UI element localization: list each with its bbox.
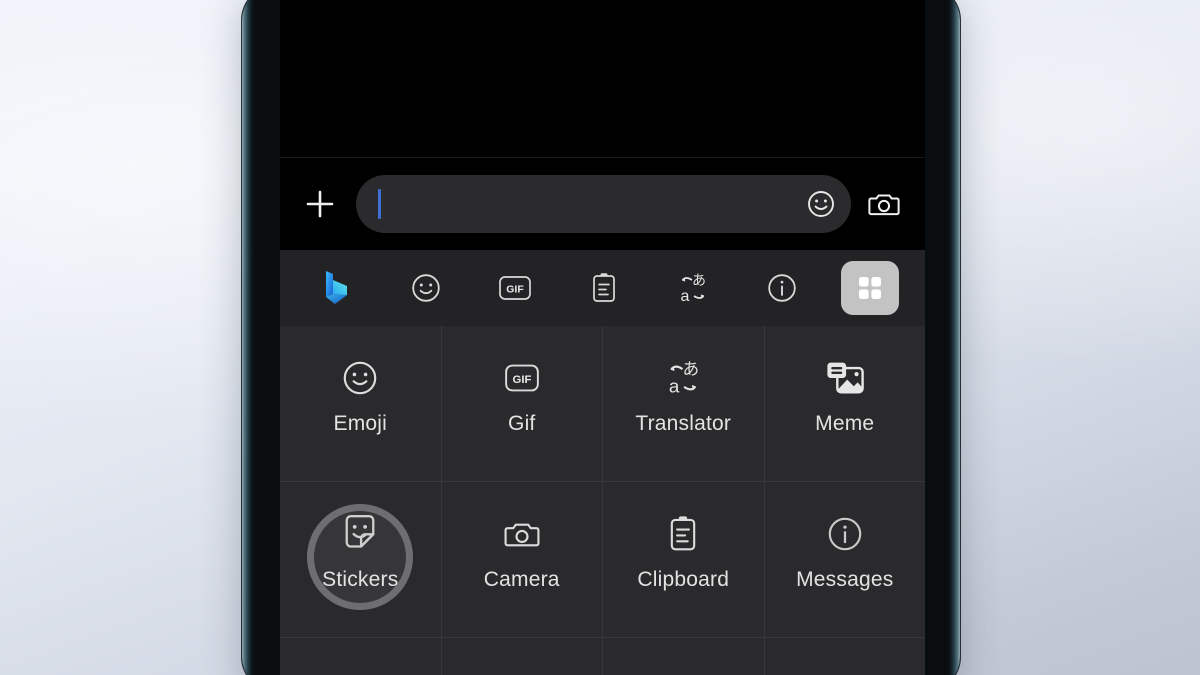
app-cell-gif[interactable]: GIF Gif [442,326,603,481]
gif-icon: GIF [499,276,531,300]
svg-text:GIF: GIF [512,374,531,386]
toolbar-item-gif[interactable]: GIF [470,250,559,326]
toolbar-selected-highlight [841,261,900,315]
smiley-face-icon [808,191,834,217]
app-cell-meme[interactable]: Meme [765,326,926,481]
plus-icon [306,190,334,218]
camera-icon [501,514,543,554]
app-cell-empty[interactable] [603,638,765,675]
toolbar-item-translator[interactable]: あ a [649,250,738,326]
clipboard-icon [593,273,615,302]
toolbar-item-clipboard[interactable] [560,250,649,326]
bing-logo-icon [325,271,347,304]
camera-icon [868,194,900,216]
sticker-face-icon [338,514,382,554]
toolbar-item-bing[interactable] [292,250,381,326]
phone-device-frame: GIF あ a Emoji GIF Gif あ a Translator Mem… [242,0,960,675]
app-cell-label: Stickers [322,568,399,591]
message-input-field[interactable] [356,175,851,233]
conversation-area[interactable] [280,0,925,158]
app-cell-translator[interactable]: あ a Translator [603,326,765,481]
app-grid-row: Stickers Camera Clipboard Messages [280,482,925,638]
app-cell-label: Messages [796,568,894,591]
app-cell-emoji[interactable]: Emoji [280,326,442,481]
keyboard-toolbar: GIF あ a [280,250,925,326]
smiley-face-icon [412,274,440,302]
app-cell-label: Camera [483,568,560,591]
app-cell-label: Translator [635,412,732,435]
app-cell-empty[interactable] [280,638,442,675]
app-cell-stickers[interactable]: Stickers [280,482,442,637]
app-cell-empty[interactable] [765,638,926,675]
translator-icon: あ a [660,358,706,398]
app-cell-messages[interactable]: Messages [765,482,926,637]
toolbar-item-emoji[interactable] [381,250,470,326]
app-shortcut-grid: Emoji GIF Gif あ a Translator Meme Sticke… [280,326,925,675]
toolbar-item-messages[interactable] [738,250,827,326]
app-cell-clipboard[interactable]: Clipboard [603,482,765,637]
compose-bar [280,158,925,250]
app-cell-label: Gif [508,412,536,435]
smiley-face-icon [341,358,379,398]
toolbar-item-apps[interactable] [827,250,913,326]
app-grid-row: Emoji GIF Gif あ a Translator Meme [280,326,925,482]
svg-text:GIF: GIF [506,284,524,296]
grid-apps-icon [859,277,882,299]
scene-background: GIF あ a Emoji GIF Gif あ a Translator Mem… [0,0,1200,675]
app-cell-label: Emoji [333,412,387,435]
gif-icon: GIF [501,358,543,398]
app-cell-label: Meme [815,412,875,435]
meme-icon [823,358,867,398]
svg-text:a: a [681,288,690,305]
svg-text:あ: あ [683,360,700,379]
translator-icon: あ a [681,273,706,305]
app-cell-label: Clipboard [637,568,730,591]
info-circle-icon [768,274,797,302]
text-caret [378,189,381,219]
emoji-button[interactable] [801,189,841,219]
svg-text:a: a [669,376,680,397]
info-circle-icon [826,514,864,554]
clipboard-icon [665,514,701,554]
app-cell-empty[interactable] [442,638,603,675]
app-grid-row-partial [280,638,925,675]
app-cell-camera[interactable]: Camera [442,482,603,637]
camera-button[interactable] [857,177,911,231]
svg-text:あ: あ [692,273,706,289]
add-attachment-button[interactable] [294,178,346,230]
phone-screen: GIF あ a Emoji GIF Gif あ a Translator Mem… [280,0,925,675]
